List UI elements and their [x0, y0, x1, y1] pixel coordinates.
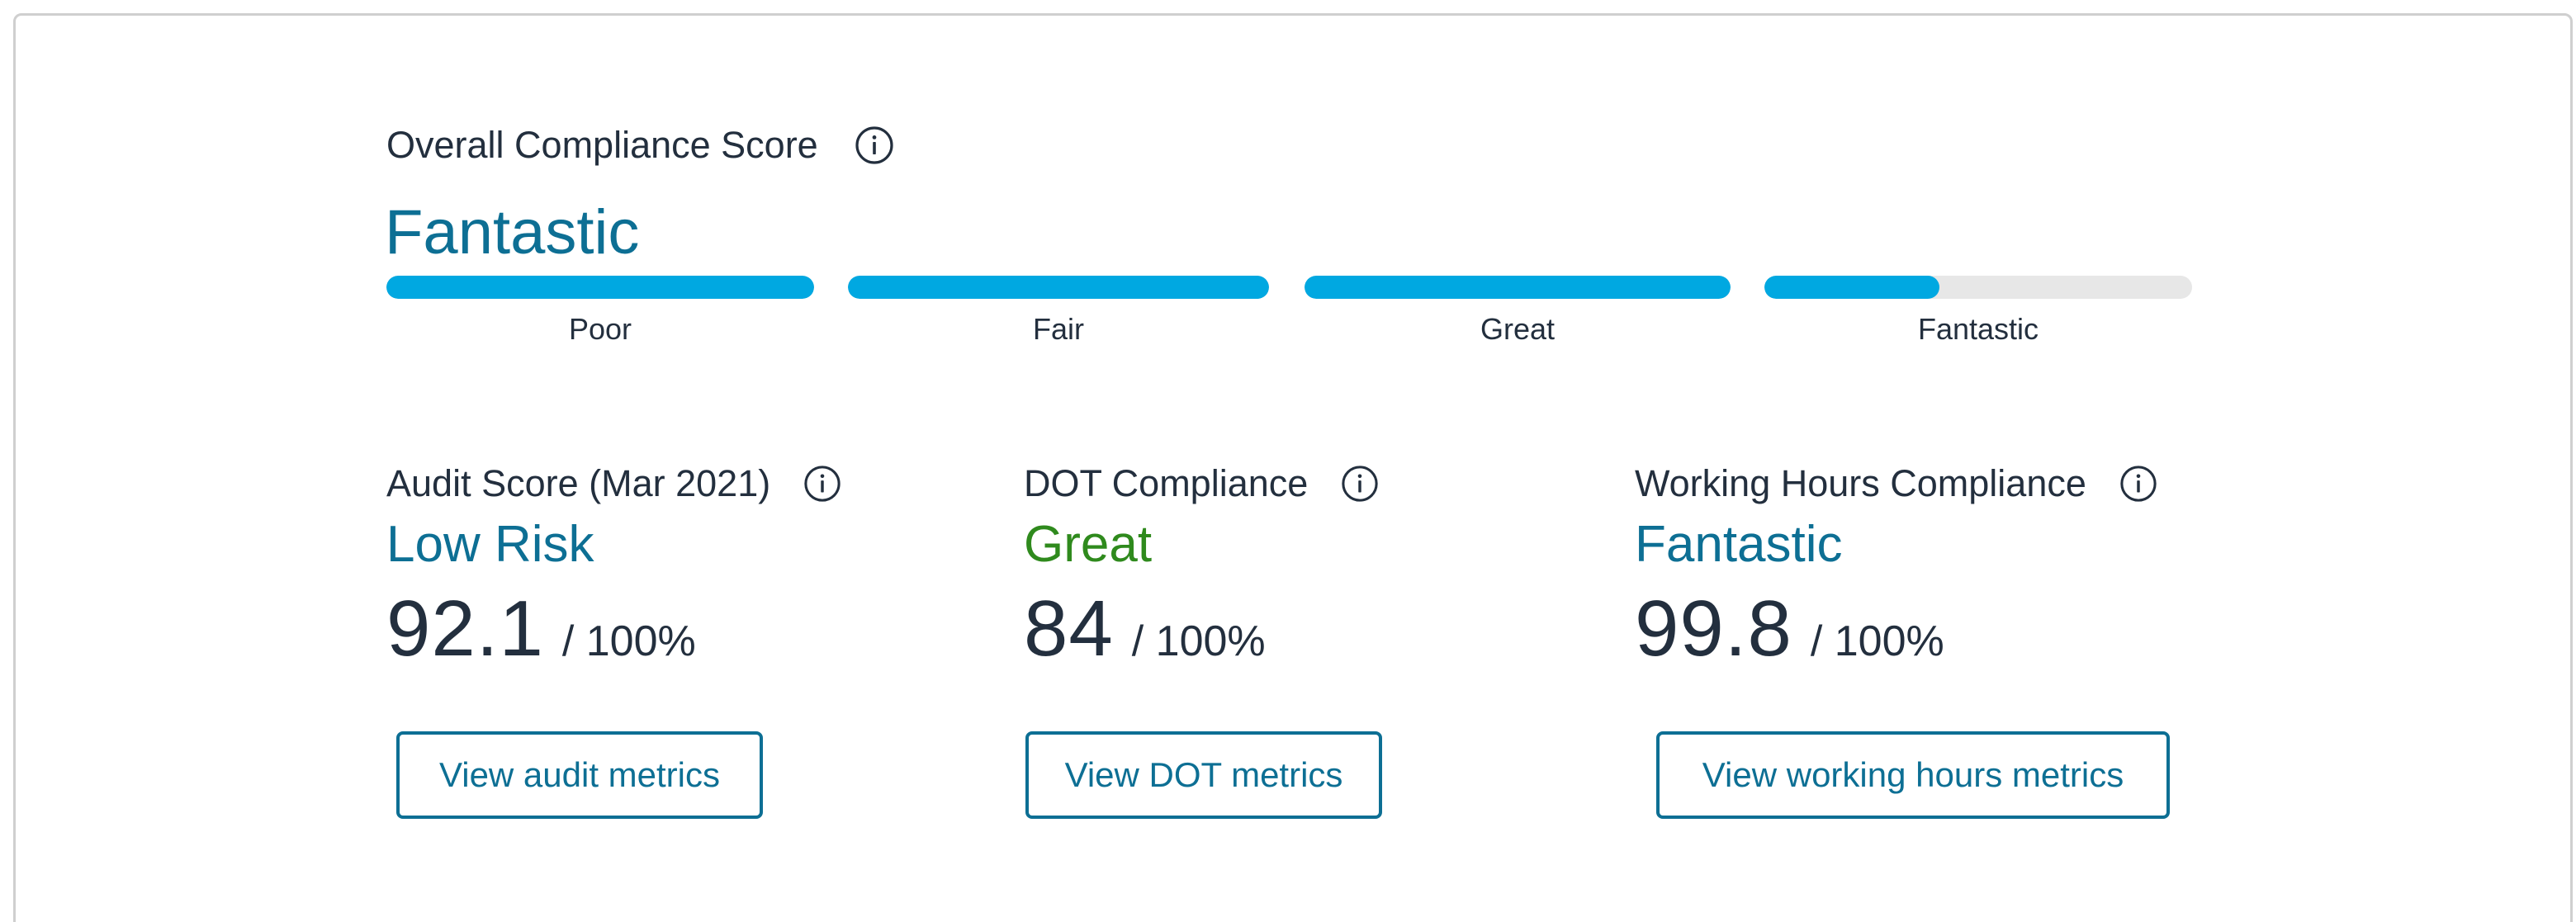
segment-label-great: Great: [1480, 312, 1556, 346]
info-icon[interactable]: [1341, 465, 1379, 503]
view-working-hours-metrics-button[interactable]: View working hours metrics: [1656, 731, 2170, 819]
metric-rating: Great: [1024, 516, 1153, 573]
info-icon[interactable]: [803, 465, 841, 503]
metric-rating: Fantastic: [1635, 516, 1843, 573]
segment-label-poor: Poor: [568, 312, 632, 346]
metric-denominator: / 100%: [1810, 617, 1944, 665]
metric-dot: DOT Compliance Great 84 / 100%: [1024, 462, 1379, 674]
metric-working-hours: Working Hours Compliance Fantastic 99.8 …: [1635, 462, 2157, 674]
segment-label-fair: Fair: [1033, 312, 1084, 346]
metric-audit: Audit Score (Mar 2021) Low Risk 92.1 / 1…: [386, 462, 841, 674]
metric-score: 99.8: [1635, 584, 1792, 673]
metric-score: 92.1: [386, 584, 544, 673]
metric-title: Audit Score (Mar 2021): [386, 462, 771, 504]
score-segment-poor: [386, 276, 814, 299]
segment-fill: [1764, 276, 1940, 299]
info-icon[interactable]: [2119, 465, 2157, 503]
metric-denominator: / 100%: [1131, 617, 1266, 665]
overall-header: Overall Compliance Score: [386, 124, 894, 167]
overall-score-value: Fantastic: [385, 197, 640, 267]
metric-score: 84: [1024, 584, 1114, 673]
metric-rating: Low Risk: [386, 516, 594, 573]
info-icon[interactable]: [855, 125, 894, 165]
metric-title: Working Hours Compliance: [1635, 462, 2086, 504]
score-segment-fair: [848, 276, 1269, 299]
metric-denominator: / 100%: [561, 617, 696, 665]
segment-label-fantastic: Fantastic: [1917, 312, 2039, 346]
segment-fill: [1305, 276, 1731, 299]
segment-fill: [386, 276, 814, 299]
view-dot-metrics-button[interactable]: View DOT metrics: [1025, 731, 1382, 819]
view-audit-metrics-button[interactable]: View audit metrics: [396, 731, 763, 819]
score-segment-great: [1305, 276, 1731, 299]
overall-title: Overall Compliance Score: [386, 124, 818, 166]
score-segment-fantastic: [1764, 276, 2192, 299]
metric-title: DOT Compliance: [1024, 462, 1309, 504]
segment-fill: [848, 276, 1269, 299]
